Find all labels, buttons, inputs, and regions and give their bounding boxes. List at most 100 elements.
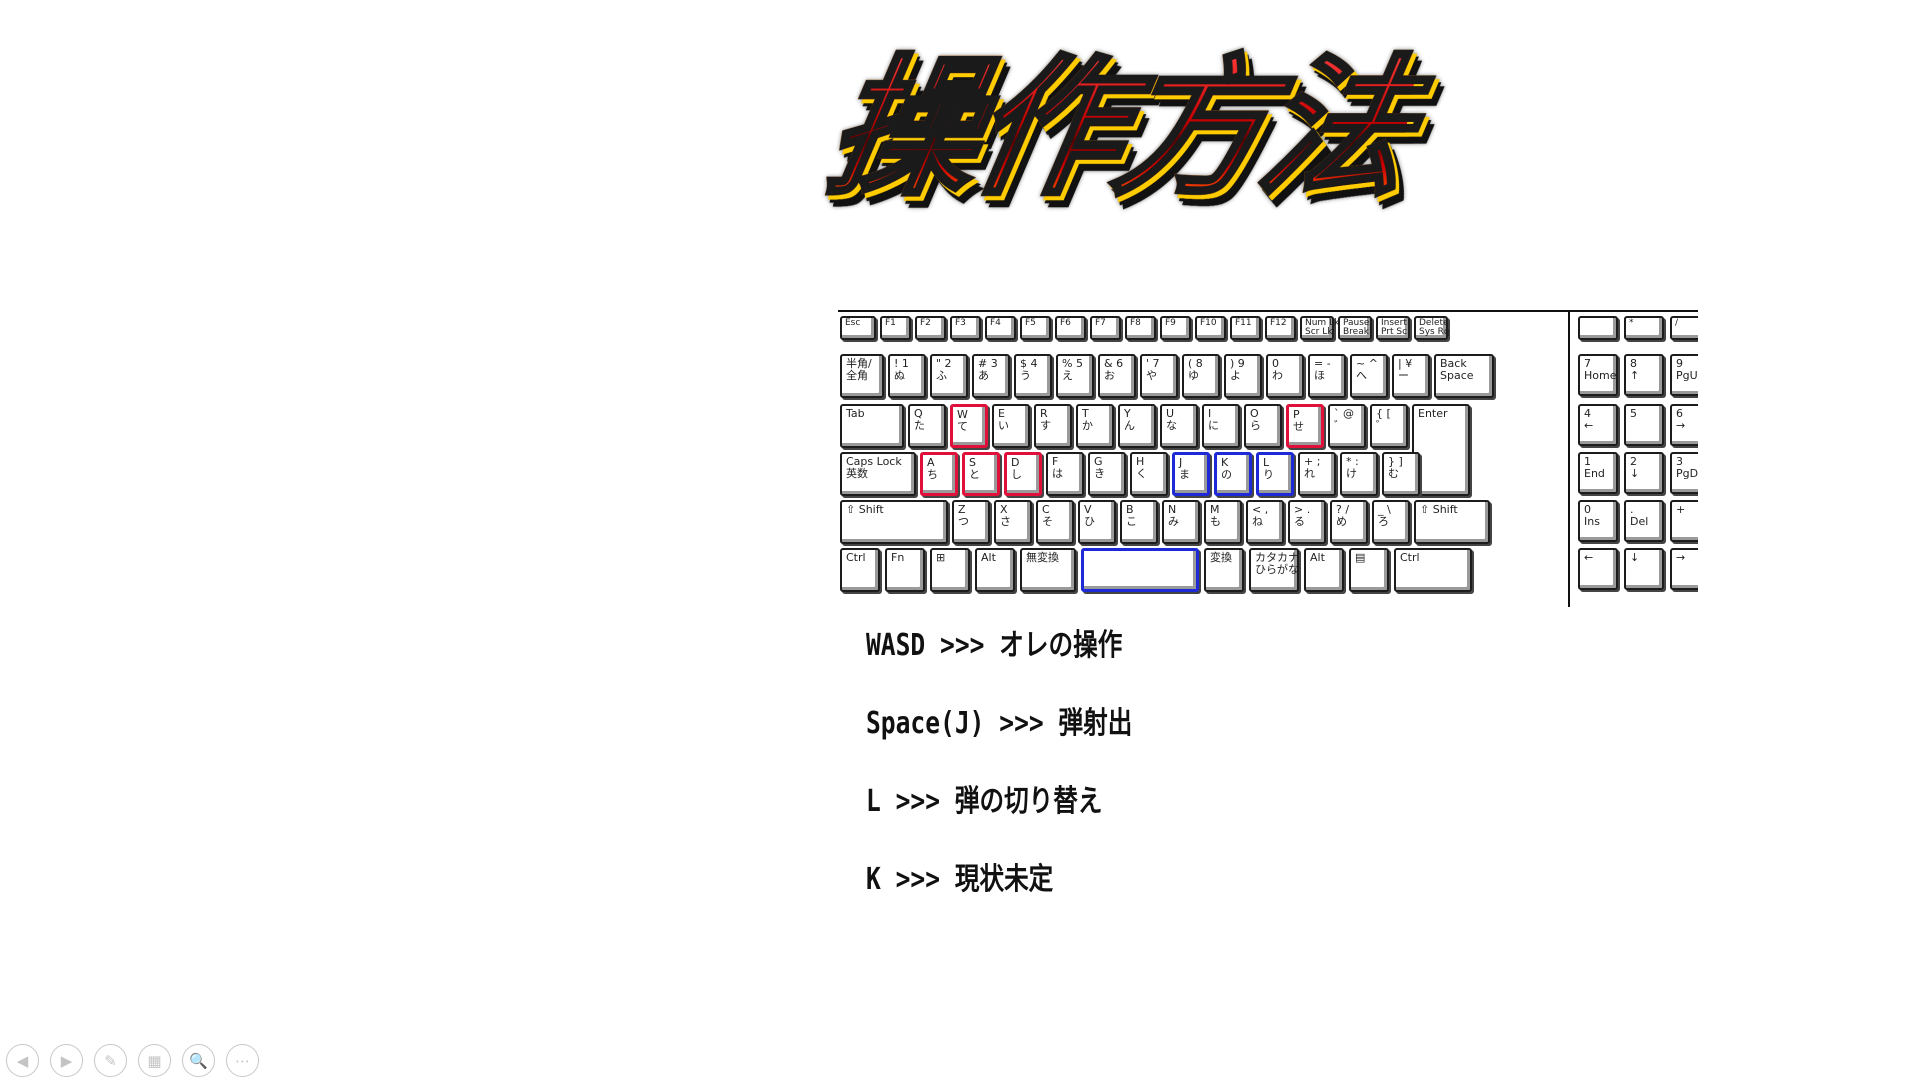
key-f10: F10 [1195,316,1226,340]
key-l: L り [1256,452,1294,496]
numpad-key--: ← [1578,548,1618,590]
key-f5: F5 [1020,316,1051,340]
key-t: T か [1076,404,1114,448]
key-insert: Insert Prt Sc [1376,316,1410,340]
key-h: H く [1130,452,1168,496]
slide-title: 操作方法 [813,40,1424,218]
key-f1: F1 [880,316,911,340]
key-f3: F3 [950,316,981,340]
key-f6: F6 [1055,316,1086,340]
key--7: ' 7 や [1140,354,1178,398]
key-f: F は [1046,452,1084,496]
key--6: & 6 お [1098,354,1136,398]
key-w: W て [950,404,988,448]
key-v: V ひ [1078,500,1116,544]
key-f11: F11 [1230,316,1261,340]
key--: + ; れ [1298,452,1336,496]
key-alt: Alt [975,548,1015,592]
key-f7: F7 [1090,316,1121,340]
key--: _ \ ろ [1372,500,1410,544]
keyboard-image: Esc F1 F2 F3 F4 F5 F6 F7 F8 F9 F10 F11 F12 Num Lk Scr… [838,310,1698,607]
numpad-key--: → [1670,548,1698,590]
key--: ⊞ [930,548,970,592]
key-m: M も [1204,500,1242,544]
instruction-wasd: WASD >>> オレの操作 [866,628,1123,663]
zoom-icon: 🔍 [189,1051,208,1070]
key-u: U な [1160,404,1198,448]
more-options-button[interactable]: ⋯ [226,1044,259,1077]
numpad-key--: ↓ [1624,548,1664,590]
key--: 半角/ 全角 [840,354,884,398]
see-all-slides-icon: ▦ [147,1051,162,1070]
numpad-key-9: 9 PgUp [1670,354,1698,396]
key-z: Z つ [952,500,990,544]
numpad-key--: + [1670,500,1698,542]
key-alt: Alt [1304,548,1344,592]
numpad-key-0: 0 Ins [1578,500,1618,542]
key-f9: F9 [1160,316,1191,340]
instruction-list: WASD >>> オレの操作 Space(J) >>> 弾射出 L >>> 弾の… [866,625,1191,937]
key--9: ) 9 よ [1224,354,1262,398]
key--: | ¥ ー [1392,354,1430,398]
pen-icon: ✎ [104,1051,117,1070]
key--4: $ 4 う [1014,354,1052,398]
numpad-key-3: 3 PgDn [1670,452,1698,494]
key-f4: F4 [985,316,1016,340]
key-f2: F2 [915,316,946,340]
slideshow-controls: ◀ ▶ ✎ ▦ 🔍 ⋯ [6,1044,259,1077]
next-slide-icon: ▶ [60,1051,73,1070]
zoom-button[interactable]: 🔍 [182,1044,215,1077]
key--1: ! 1 ぬ [888,354,926,398]
key--: { [ ゜ [1370,404,1408,448]
key--: ▤ [1349,548,1389,592]
key-ctrl: Ctrl [1394,548,1472,592]
key-enter: Enter [1412,404,1470,496]
slide: 操作方法 Esc F1 F2 F3 F4 F5 F6 F7 F8 F9 F10 F11 F12 Num L… [0,0,1920,1080]
key--: ~ ^ へ [1350,354,1388,398]
numpad-key-r0k0 [1578,316,1618,340]
key--: ? / め [1330,500,1368,544]
key-ctrl: Ctrl [840,548,880,592]
key--: 変換 [1204,548,1244,592]
key-r: R す [1034,404,1072,448]
key-num-lk: Num Lk Scr Lk [1300,316,1339,340]
numpad-key-7: 7 Home [1578,354,1618,396]
key-p: P せ [1286,404,1324,448]
next-slide-button[interactable]: ▶ [50,1044,83,1077]
key--: 無変換 [1020,548,1076,592]
key-g: G き [1088,452,1126,496]
numpad-key--: . Del [1624,500,1664,542]
numpad-key-8: 8 ↑ [1624,354,1664,396]
key-pause: Pause Break [1338,316,1372,340]
key--2: " 2 ふ [930,354,968,398]
more-options-icon: ⋯ [235,1051,250,1070]
key--: ` @ ゛ [1328,404,1366,448]
numpad-key--: / [1670,316,1698,340]
key--: } ] む [1382,452,1420,496]
numpad-key-2: 2 ↓ [1624,452,1664,494]
key-caps-lock: Caps Lock 英数 [840,452,916,496]
key-s: S と [962,452,1000,496]
key--3: # 3 あ [972,354,1010,398]
key--5: % 5 え [1056,354,1094,398]
title-logo: 操作方法 [778,34,1458,224]
see-all-slides-button[interactable]: ▦ [138,1044,171,1077]
key--: < , ね [1246,500,1284,544]
key--: > . る [1288,500,1326,544]
pen-button[interactable]: ✎ [94,1044,127,1077]
instruction-l: L >>> 弾の切り替え [866,784,1103,819]
instruction-k: K >>> 現状未定 [866,862,1054,897]
key-y: Y ん [1118,404,1156,448]
key-0: 0 わ [1266,354,1304,398]
previous-slide-button[interactable]: ◀ [6,1044,39,1077]
numpad-key-6: 6 → [1670,404,1698,446]
key-e: E い [992,404,1030,448]
key-tab: Tab [840,404,904,448]
key-a: A ち [920,452,958,496]
key-back: Back Space [1434,354,1494,398]
key-o: O ら [1244,404,1282,448]
key--: * : け [1340,452,1378,496]
previous-slide-icon: ◀ [16,1051,29,1070]
instruction-space: Space(J) >>> 弾射出 [866,706,1133,741]
key-delete: Delete Sys Rq [1414,316,1450,340]
